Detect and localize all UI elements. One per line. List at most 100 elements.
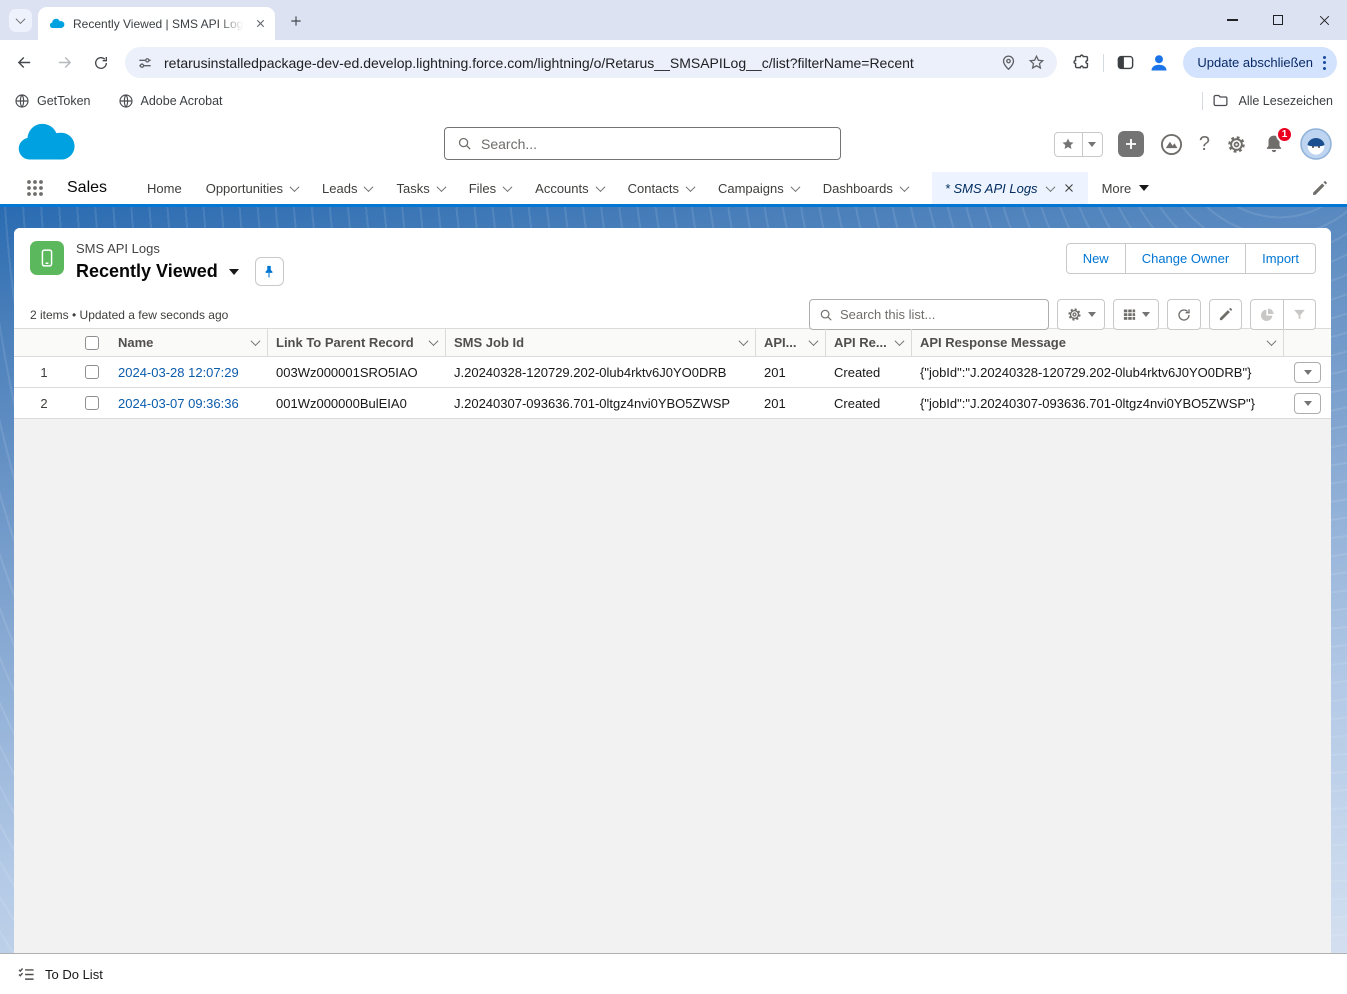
chevron-down-icon[interactable] — [1267, 336, 1277, 346]
chevron-down-icon[interactable] — [899, 182, 909, 192]
new-button[interactable]: New — [1066, 243, 1126, 274]
guidance-center-icon[interactable] — [1159, 132, 1184, 157]
table-row[interactable]: 2 2024-03-07 09:36:36 001Wz000000BulEIA0… — [14, 388, 1331, 419]
list-search[interactable] — [809, 299, 1049, 330]
global-search-input[interactable] — [481, 136, 828, 152]
chevron-down-icon[interactable] — [364, 182, 374, 192]
profile-icon[interactable] — [1147, 51, 1171, 75]
favorites-star-icon[interactable] — [1055, 133, 1082, 156]
import-button[interactable]: Import — [1246, 243, 1316, 274]
chevron-down-icon[interactable] — [895, 336, 905, 346]
nav-item-contacts[interactable]: Contacts — [628, 172, 694, 204]
display-as-button[interactable] — [1113, 299, 1159, 330]
pin-list-view-button[interactable] — [255, 257, 284, 286]
all-bookmarks[interactable]: Alle Lesezeichen — [1202, 92, 1333, 110]
record-link[interactable]: 2024-03-28 12:07:29 — [118, 365, 239, 380]
row-actions-button[interactable] — [1294, 393, 1321, 414]
select-all-checkbox[interactable] — [85, 336, 99, 350]
chevron-down-icon[interactable] — [809, 336, 819, 346]
salesforce-header: ? 1 — [0, 116, 1347, 172]
chevron-down-icon[interactable] — [436, 182, 446, 192]
nav-item-files[interactable]: Files — [469, 172, 511, 204]
todo-list-label[interactable]: To Do List — [45, 967, 103, 982]
refresh-button[interactable] — [1167, 299, 1201, 330]
favorites-button[interactable] — [1054, 132, 1103, 157]
column-header-api-response-message[interactable]: API Response Message — [912, 329, 1284, 356]
edit-list-button[interactable] — [1209, 299, 1242, 330]
chevron-down-icon[interactable] — [739, 336, 749, 346]
forward-icon[interactable] — [50, 48, 79, 77]
record-link[interactable]: 2024-03-07 09:36:36 — [118, 396, 239, 411]
row-checkbox[interactable] — [85, 396, 99, 410]
extensions-icon[interactable] — [1072, 53, 1091, 72]
column-header-name[interactable]: Name — [110, 329, 268, 356]
nav-item-tasks[interactable]: Tasks — [396, 172, 444, 204]
notifications-bell-icon[interactable]: 1 — [1263, 133, 1285, 155]
row-checkbox[interactable] — [85, 365, 99, 379]
setup-gear-icon[interactable] — [1225, 133, 1248, 156]
row-actions-button[interactable] — [1294, 362, 1321, 383]
tab-close-icon[interactable] — [251, 15, 269, 33]
nav-item-campaigns[interactable]: Campaigns — [718, 172, 799, 204]
chevron-down-icon[interactable] — [429, 336, 439, 346]
column-header-sms-job-id[interactable]: SMS Job Id — [446, 329, 756, 356]
close-icon[interactable] — [1301, 0, 1347, 40]
location-pin-icon[interactable] — [1000, 54, 1017, 71]
help-icon[interactable]: ? — [1199, 133, 1210, 156]
update-browser-button[interactable]: Update abschließen — [1183, 47, 1337, 78]
more-menu-icon[interactable] — [1321, 54, 1328, 72]
nav-item-accounts[interactable]: Accounts — [535, 172, 603, 204]
list-search-input[interactable] — [840, 307, 1039, 322]
quick-create-icon[interactable] — [1118, 131, 1144, 157]
chevron-down-icon[interactable] — [686, 182, 696, 192]
minimize-icon[interactable] — [1209, 0, 1255, 40]
list-view-controls-button[interactable] — [1057, 299, 1105, 330]
global-search[interactable] — [444, 127, 841, 160]
chevron-down-icon[interactable] — [503, 182, 513, 192]
side-panel-icon[interactable] — [1116, 53, 1135, 72]
nav-tab-sms-api-logs-active[interactable]: * SMS API Logs — [932, 172, 1088, 204]
site-info-icon[interactable] — [137, 55, 153, 71]
salesforce-logo[interactable] — [15, 122, 77, 166]
app-launcher-icon[interactable] — [25, 178, 45, 198]
new-tab-button[interactable] — [285, 10, 306, 31]
favorites-caret-icon[interactable] — [1082, 133, 1102, 156]
chevron-down-icon[interactable] — [1045, 182, 1055, 192]
nav-item-opportunities[interactable]: Opportunities — [206, 172, 298, 204]
bookmark-label: Adobe Acrobat — [141, 94, 223, 108]
tab-search-button[interactable] — [9, 9, 32, 32]
list-view-card: SMS API Logs Recently Viewed New Change … — [14, 228, 1331, 953]
cell-api-result: Created — [826, 365, 912, 380]
browser-tab[interactable]: Recently Viewed | SMS API Logs — [38, 7, 275, 40]
table-row[interactable]: 1 2024-03-28 12:07:29 003Wz000001SRO5IAO… — [14, 357, 1331, 388]
column-header-link-to-parent-record[interactable]: Link To Parent Record — [268, 329, 446, 356]
column-header-api-status[interactable]: API... — [756, 329, 826, 356]
list-view-caret-icon[interactable] — [229, 269, 239, 275]
table-display-icon — [1122, 307, 1137, 322]
chevron-down-icon[interactable] — [790, 182, 800, 192]
bookmark-star-icon[interactable] — [1028, 54, 1045, 71]
column-header-label: API Re... — [834, 335, 887, 350]
nav-tab-close-icon[interactable] — [1063, 182, 1075, 194]
user-avatar[interactable] — [1300, 128, 1332, 160]
column-header-api-result[interactable]: API Re... — [826, 329, 912, 356]
notification-badge: 1 — [1276, 126, 1293, 143]
nav-item-leads[interactable]: Leads — [322, 172, 372, 204]
url-text[interactable]: retarusinstalledpackage-dev-ed.develop.l… — [164, 55, 989, 71]
edit-nav-pencil-icon[interactable] — [1311, 180, 1328, 197]
chevron-down-icon[interactable] — [595, 182, 605, 192]
chevron-down-icon[interactable] — [290, 182, 300, 192]
chevron-down-icon[interactable] — [251, 336, 261, 346]
nav-item-dashboards[interactable]: Dashboards — [823, 172, 908, 204]
bookmark-gettoken[interactable]: GetToken — [14, 93, 91, 109]
reload-icon[interactable] — [86, 48, 115, 77]
nav-more-menu[interactable]: More — [1102, 181, 1150, 196]
maximize-icon[interactable] — [1255, 0, 1301, 40]
nav-item-home[interactable]: Home — [147, 172, 182, 204]
back-icon[interactable] — [10, 48, 39, 77]
list-view-name: Recently Viewed — [76, 261, 218, 282]
change-owner-button[interactable]: Change Owner — [1126, 243, 1246, 274]
app-name[interactable]: Sales — [67, 179, 107, 197]
bookmark-adobe-acrobat[interactable]: Adobe Acrobat — [118, 93, 223, 109]
address-bar[interactable]: retarusinstalledpackage-dev-ed.develop.l… — [125, 47, 1057, 78]
